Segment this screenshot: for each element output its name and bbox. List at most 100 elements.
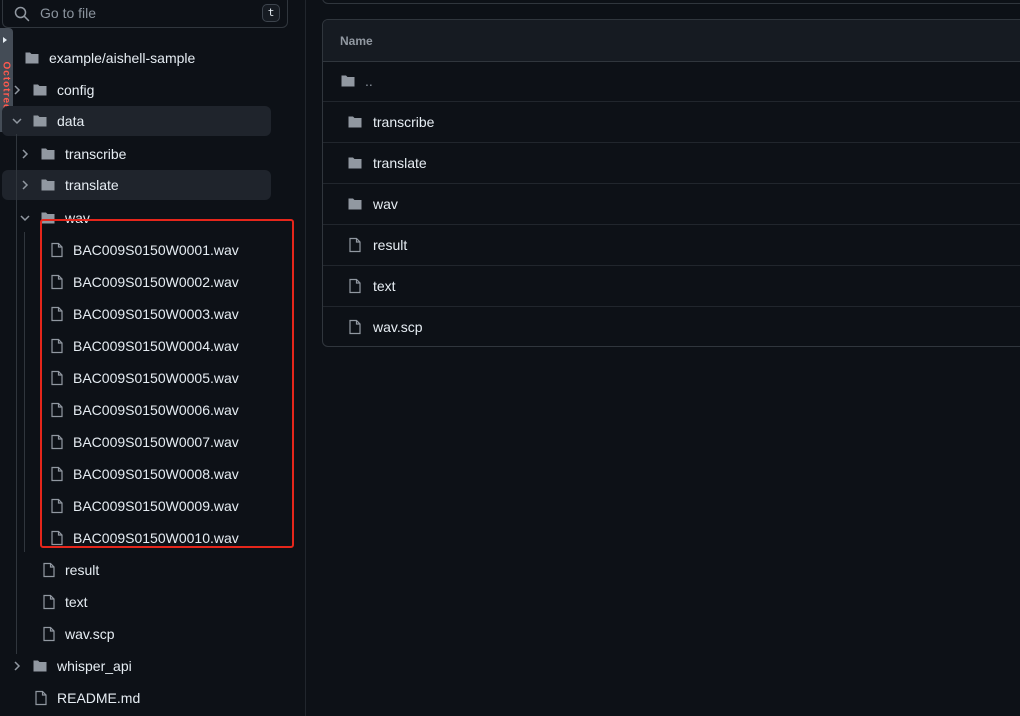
tree-item-wav-file[interactable]: BAC009S0150W0001.wav — [0, 237, 290, 263]
search-placeholder: Go to file — [40, 5, 97, 21]
table-row[interactable]: text — [323, 266, 1020, 307]
tree-item-label: BAC009S0150W0003.wav — [73, 306, 239, 322]
folder-icon — [41, 148, 55, 160]
file-icon — [43, 594, 55, 610]
row-name[interactable]: transcribe — [373, 114, 434, 130]
tree-item-label: config — [57, 82, 95, 98]
file-icon — [51, 402, 63, 418]
table-row[interactable]: wav — [323, 184, 1020, 225]
chevron-down-icon[interactable] — [20, 205, 30, 231]
table-row[interactable]: wav.scp — [323, 307, 1020, 346]
chevron-right-icon[interactable] — [13, 77, 23, 103]
tree-item-root[interactable]: example/aishell-sample — [0, 45, 290, 71]
file-table: Name .. transcribe translate wav result — [322, 19, 1020, 347]
folder-icon — [33, 84, 47, 96]
file-icon — [51, 274, 63, 290]
row-name[interactable]: result — [373, 237, 407, 253]
file-icon — [51, 370, 63, 386]
file-icon — [51, 530, 63, 546]
tree-item-wav-file[interactable]: BAC009S0150W0005.wav — [0, 365, 290, 391]
tree-item-wav-file[interactable]: BAC009S0150W0003.wav — [0, 301, 290, 327]
tree-item-label: data — [57, 113, 85, 129]
tree-item-wav-file[interactable]: BAC009S0150W0009.wav — [0, 493, 290, 519]
file-icon — [349, 319, 361, 335]
tree-item-data[interactable]: data — [2, 106, 271, 136]
row-name[interactable]: wav.scp — [373, 319, 423, 335]
tree-item-label: whisper_api — [57, 658, 132, 674]
file-icon — [51, 242, 63, 258]
tree-item-label: BAC009S0150W0001.wav — [73, 242, 239, 258]
chevron-right-icon[interactable] — [21, 170, 31, 200]
tree-item-wav-file[interactable]: BAC009S0150W0004.wav — [0, 333, 290, 359]
table-row[interactable]: translate — [323, 143, 1020, 184]
folder-icon — [348, 116, 362, 128]
tree-item-label: text — [65, 594, 88, 610]
file-icon — [349, 237, 361, 253]
tree-item-config[interactable]: config — [0, 77, 290, 103]
tree-item-wav-file[interactable]: BAC009S0150W0006.wav — [0, 397, 290, 423]
chevron-right-icon[interactable] — [21, 141, 31, 167]
tree-item-text[interactable]: text — [0, 589, 290, 615]
tree-item-label: BAC009S0150W0008.wav — [73, 466, 239, 482]
tree-item-label: wav.scp — [65, 626, 115, 642]
tree-item-wav-file[interactable]: BAC009S0150W0010.wav — [0, 525, 290, 551]
tree-item-label: wav — [65, 210, 90, 226]
top-container-edge — [322, 0, 1020, 4]
folder-open-icon — [41, 212, 55, 224]
table-row-parent[interactable]: .. — [323, 61, 1020, 102]
shortcut-key: t — [262, 4, 280, 22]
folder-icon — [25, 52, 39, 64]
file-icon — [51, 306, 63, 322]
file-icon — [349, 278, 361, 294]
expand-arrow-icon — [3, 37, 7, 43]
tree-item-label: BAC009S0150W0010.wav — [73, 530, 239, 546]
tree-item-label: BAC009S0150W0004.wav — [73, 338, 239, 354]
tree-item-wav-file[interactable]: BAC009S0150W0007.wav — [0, 429, 290, 455]
tree-item-result[interactable]: result — [0, 557, 290, 583]
tree-item-label: translate — [65, 177, 119, 193]
tree-item-translate[interactable]: translate — [2, 170, 271, 200]
tree-item-label: README.md — [57, 690, 141, 706]
file-icon — [51, 338, 63, 354]
chevron-right-icon[interactable] — [13, 653, 23, 679]
tree-item-label: result — [65, 562, 100, 578]
tree-item-label: BAC009S0150W0002.wav — [73, 274, 239, 290]
app-window: Go to file t Octotree example/aishell-sa… — [0, 0, 1020, 716]
row-name[interactable]: .. — [365, 73, 373, 89]
row-name[interactable]: wav — [373, 196, 398, 212]
file-icon — [43, 562, 55, 578]
tree-item-wav-scp[interactable]: wav.scp — [0, 621, 290, 647]
tree-item-readme[interactable]: README.md — [0, 685, 290, 711]
search-icon — [14, 6, 30, 22]
tree-item-label: transcribe — [65, 146, 127, 162]
tree-item-label: BAC009S0150W0005.wav — [73, 370, 239, 386]
folder-icon — [341, 75, 355, 87]
tree-item-label: example/aishell-sample — [49, 50, 196, 66]
tree-item-transcribe[interactable]: transcribe — [0, 141, 290, 167]
tree-item-label: BAC009S0150W0006.wav — [73, 402, 239, 418]
tree-item-whisper-api[interactable]: whisper_api — [0, 653, 290, 679]
tree-item-wav[interactable]: wav — [0, 205, 290, 231]
chevron-down-icon[interactable] — [12, 106, 22, 136]
tree-item-wav-file[interactable]: BAC009S0150W0008.wav — [0, 461, 290, 487]
table-row[interactable]: transcribe — [323, 102, 1020, 143]
table-row[interactable]: result — [323, 225, 1020, 266]
row-name[interactable]: translate — [373, 155, 427, 171]
folder-icon — [41, 179, 55, 191]
tree-item-label: BAC009S0150W0007.wav — [73, 434, 239, 450]
column-header-name: Name — [340, 34, 373, 48]
folder-open-icon — [33, 115, 47, 127]
tree-item-label: BAC009S0150W0009.wav — [73, 498, 239, 514]
folder-icon — [348, 157, 362, 169]
file-icon — [35, 690, 47, 706]
row-name[interactable]: text — [373, 278, 396, 294]
folder-icon — [348, 198, 362, 210]
directory-listing-panel: Name .. transcribe translate wav result — [322, 0, 1020, 716]
file-tree-sidebar: Go to file t Octotree example/aishell-sa… — [0, 0, 306, 716]
file-icon — [51, 498, 63, 514]
file-icon — [51, 434, 63, 450]
file-icon — [51, 466, 63, 482]
go-to-file-search[interactable]: Go to file t — [2, 0, 288, 28]
table-header: Name — [323, 20, 1020, 62]
tree-item-wav-file[interactable]: BAC009S0150W0002.wav — [0, 269, 290, 295]
